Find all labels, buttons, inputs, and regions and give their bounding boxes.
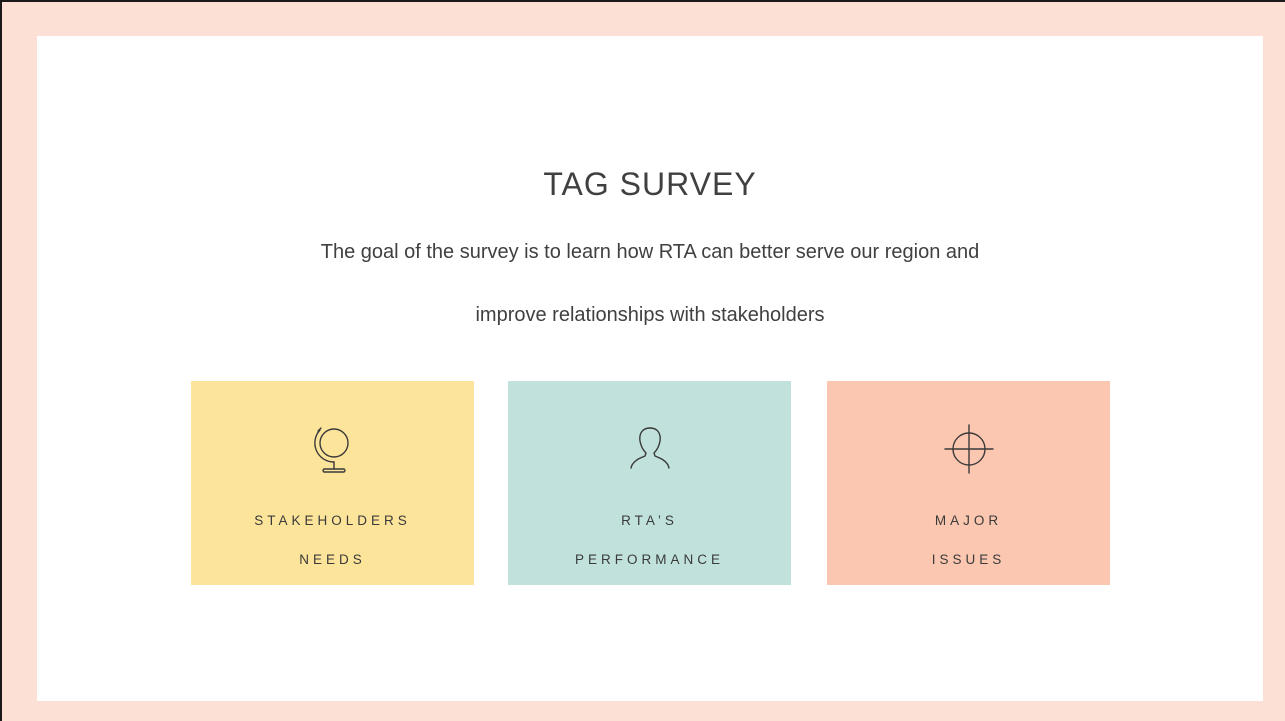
slide-frame: TAG SURVEY The goal of the survey is to … (0, 0, 1285, 721)
subtitle-line-2: improve relationships with stakeholders (475, 304, 825, 326)
card-major-issues: MAJOR ISSUES (827, 381, 1110, 585)
card-label-line-2: NEEDS (299, 552, 366, 567)
slide-title: TAG SURVEY (543, 166, 757, 202)
card-label-line-1: MAJOR (934, 513, 1003, 528)
card-label-line-1: STAKEHOLDERS (254, 513, 411, 528)
crosshair-icon (943, 421, 995, 479)
card-stakeholders-needs: STAKEHOLDERS NEEDS (191, 381, 474, 585)
card-rta-performance: RTA’S PERFORMANCE (508, 381, 791, 585)
slide-panel: TAG SURVEY The goal of the survey is to … (37, 36, 1263, 701)
subtitle-line-1: The goal of the survey is to learn how R… (320, 241, 980, 263)
card-label-line-1: RTA’S (621, 513, 678, 528)
person-icon (624, 421, 676, 479)
card-label-line-2: ISSUES (931, 552, 1006, 567)
card-label-line-2: PERFORMANCE (574, 552, 724, 567)
globe-icon (307, 421, 359, 479)
